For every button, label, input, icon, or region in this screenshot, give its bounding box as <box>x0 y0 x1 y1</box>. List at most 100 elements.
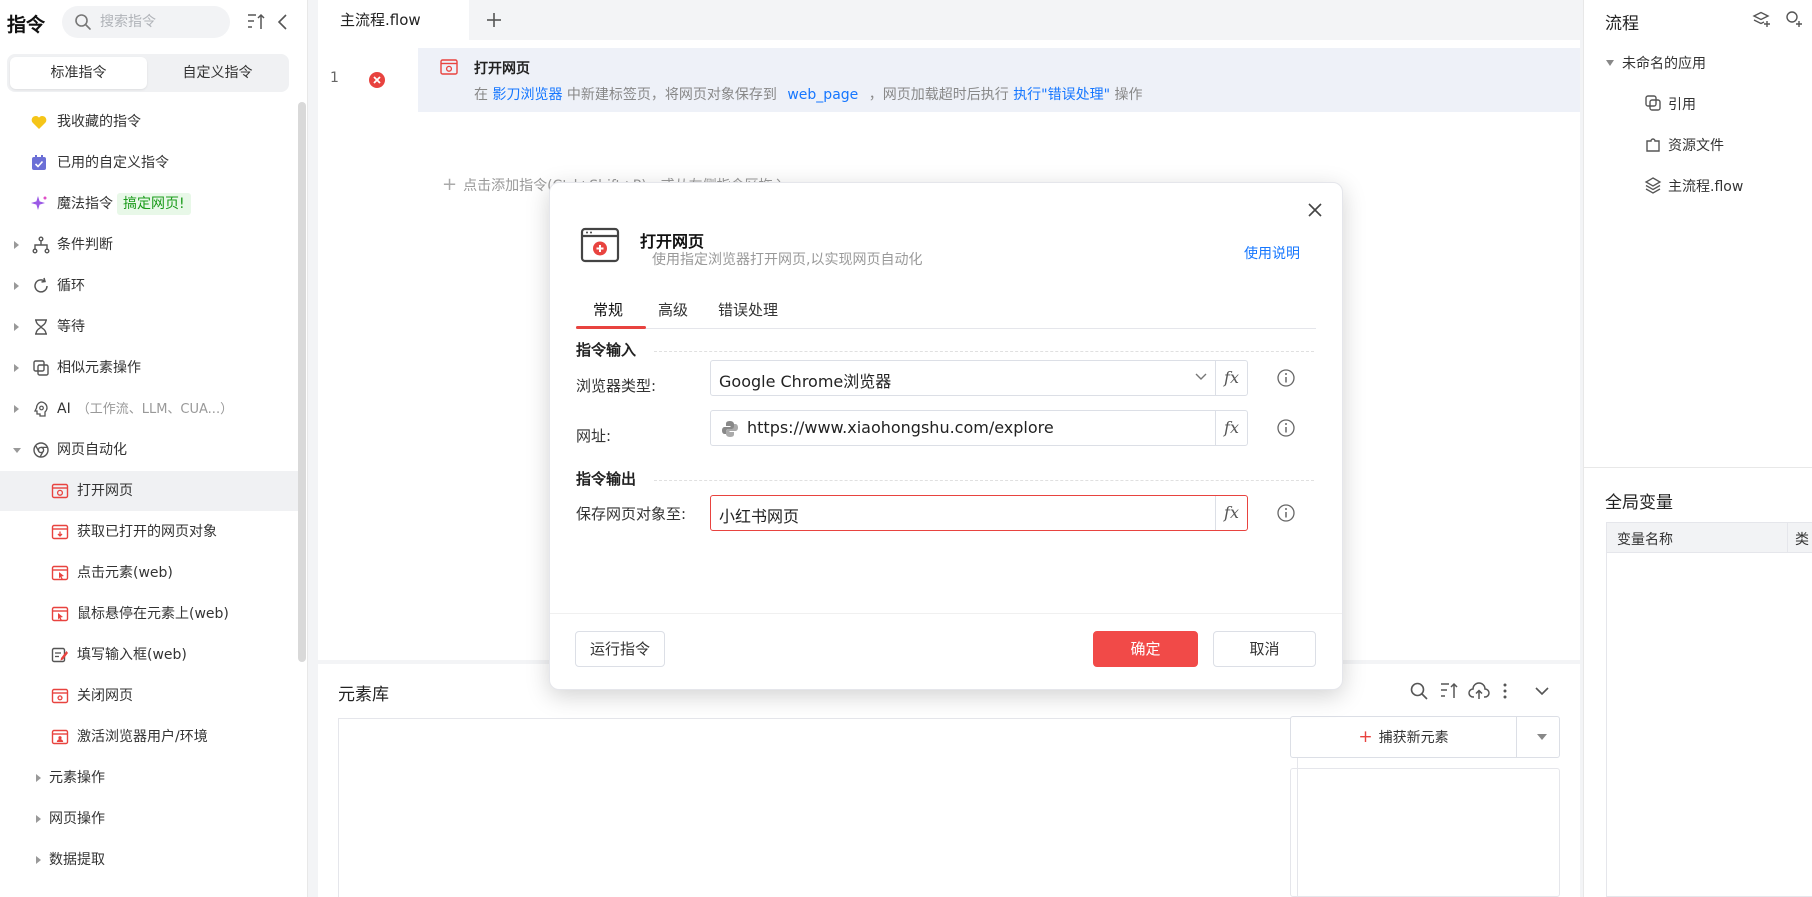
tree-item-favorites[interactable]: 我收藏的指令 <box>0 102 298 142</box>
save-webpage-value: 小红书网页 <box>719 507 800 526</box>
save-webpage-input[interactable]: 小红书网页 fx <box>710 495 1248 531</box>
section-divider <box>654 351 1314 352</box>
element-preview-pane <box>1290 768 1560 897</box>
layers-icon <box>1644 177 1662 194</box>
tree-item-references[interactable]: 引用 <box>1644 93 1696 117</box>
loop-icon <box>34 277 48 293</box>
info-icon[interactable] <box>1276 368 1296 388</box>
browser-activate-icon <box>51 729 69 745</box>
command-type-tabs: 标准指令 自定义指令 <box>7 54 289 92</box>
element-library-title: 元素库 <box>338 685 389 705</box>
tab-custom-commands[interactable]: 自定义指令 <box>149 57 286 89</box>
dialog-tabs: 常规 高级 错误处理 <box>576 295 1316 329</box>
tab-advanced[interactable]: 高级 <box>658 299 688 326</box>
fx-button[interactable]: fx <box>1215 496 1247 530</box>
chevron-down-icon[interactable] <box>1537 734 1547 740</box>
sort-icon[interactable] <box>245 11 267 33</box>
column-divider[interactable] <box>1787 523 1788 553</box>
more-icon[interactable] <box>1494 680 1516 702</box>
url-value: https://www.xiaohongshu.com/explore <box>747 418 1054 437</box>
browser-hover-icon <box>51 606 69 622</box>
add-layer-icon[interactable] <box>1752 9 1772 29</box>
flow-panel: 流程 未命名的应用 引用 资源文件 主流程.flow 全局变量 变量名称 类 <box>1583 0 1812 897</box>
tab-error-handling[interactable]: 错误处理 <box>718 299 778 326</box>
commands-scrollbar[interactable] <box>298 102 306 662</box>
section-command-output: 指令输出 <box>576 470 637 488</box>
info-icon[interactable] <box>1276 418 1296 438</box>
sort-icon[interactable] <box>1438 680 1460 702</box>
expand-arrow-icon <box>14 241 19 249</box>
browser-get-icon <box>51 524 69 540</box>
tree-item-data-extract[interactable]: 数据提取 <box>0 840 298 880</box>
tree-item-web-automation[interactable]: 网页自动化 <box>0 430 298 470</box>
run-command-button[interactable]: 运行指令 <box>575 631 665 667</box>
expand-arrow-icon <box>36 856 41 864</box>
chevron-down-icon[interactable] <box>1531 680 1553 702</box>
tree-item-ai[interactable]: AI （工作流、LLM、CUA...） <box>0 389 298 429</box>
search-input[interactable] <box>100 11 222 33</box>
tab-standard-commands[interactable]: 标准指令 <box>10 57 147 89</box>
error-icon[interactable] <box>368 71 386 89</box>
tree-item-magic[interactable]: 魔法指令 搞定网页! <box>0 184 298 224</box>
flow-panel-title: 流程 <box>1605 14 1639 34</box>
tree-item-open-webpage[interactable]: 打开网页 <box>0 471 298 511</box>
open-webpage-dialog: 打开网页 使用指定浏览器打开网页,以实现网页自动化 使用说明 常规 高级 错误处… <box>549 182 1343 690</box>
commands-title: 指令 <box>7 14 46 36</box>
step-variable-link[interactable]: web_page <box>787 87 858 103</box>
collapse-arrow-icon <box>1606 60 1614 66</box>
tree-item-resources[interactable]: 资源文件 <box>1644 134 1724 158</box>
tree-item-main-flow[interactable]: 主流程.flow <box>1644 175 1743 199</box>
cancel-button[interactable]: 取消 <box>1213 631 1316 667</box>
tree-item-get-webpage[interactable]: 获取已打开的网页对象 <box>0 512 298 552</box>
cloud-upload-icon[interactable] <box>1468 680 1490 702</box>
table-header: 变量名称 类 <box>1607 523 1812 553</box>
tree-item-loop[interactable]: 循环 <box>0 266 298 306</box>
add-tab-icon[interactable] <box>480 6 508 34</box>
editor-tabbar: 主流程.flow <box>318 0 1580 40</box>
puzzle-icon <box>1646 138 1660 152</box>
app-tree-root[interactable]: 未命名的应用 <box>1606 52 1706 76</box>
tree-item-close-webpage[interactable]: 关闭网页 <box>0 676 298 716</box>
capture-element-button[interactable]: + 捕获新元素 <box>1290 716 1560 758</box>
calendar-check-icon <box>32 155 46 170</box>
tree-item-hover-element[interactable]: 鼠标悬停在元素上(web) <box>0 594 298 634</box>
step-browser-link[interactable]: 影刀浏览器 <box>492 87 562 103</box>
hourglass-icon <box>35 319 47 335</box>
flow-step-row[interactable]: 1 打开网页 在 影刀浏览器 中新建标签页，将网页对象保存到 web_page … <box>318 48 1580 112</box>
heart-icon <box>31 115 47 129</box>
tree-item-webpage-ops[interactable]: 网页操作 <box>0 799 298 839</box>
magic-badge: 搞定网页! <box>117 193 191 215</box>
ai-icon <box>33 401 48 417</box>
tree-item-wait[interactable]: 等待 <box>0 307 298 347</box>
collapse-panel-icon[interactable] <box>272 11 294 33</box>
tree-item-fill-input[interactable]: 填写输入框(web) <box>0 635 298 675</box>
capture-main-button[interactable]: + 捕获新元素 <box>1291 717 1517 757</box>
flow-step-command[interactable]: 打开网页 在 影刀浏览器 中新建标签页，将网页对象保存到 web_page ，网… <box>418 48 1580 112</box>
dialog-footer-divider <box>550 613 1342 614</box>
confirm-button[interactable]: 确定 <box>1093 631 1198 667</box>
tab-main-flow[interactable]: 主流程.flow <box>318 0 469 40</box>
panel-divider <box>1584 467 1812 468</box>
browser-close-icon <box>51 688 69 704</box>
save-webpage-label: 保存网页对象至: <box>576 505 687 523</box>
usage-help-link[interactable]: 使用说明 <box>1244 243 1300 263</box>
search-icon[interactable] <box>1408 680 1430 702</box>
tab-general[interactable]: 常规 <box>593 299 623 326</box>
chevron-down-icon[interactable] <box>1195 373 1207 381</box>
section-divider <box>654 480 1314 481</box>
tree-item-element-ops[interactable]: 元素操作 <box>0 758 298 798</box>
tree-item-activate-browser[interactable]: 激活浏览器用户/环境 <box>0 717 298 757</box>
browser-type-select[interactable]: Google Chrome浏览器 fx <box>710 360 1248 396</box>
tree-item-used-custom[interactable]: 已用的自定义指令 <box>0 143 298 183</box>
tree-item-condition[interactable]: 条件判断 <box>0 225 298 265</box>
fx-button[interactable]: fx <box>1215 361 1247 395</box>
info-icon[interactable] <box>1276 503 1296 523</box>
close-icon[interactable] <box>1304 199 1326 221</box>
tree-item-click-element[interactable]: 点击元素(web) <box>0 553 298 593</box>
fx-button[interactable]: fx <box>1215 411 1247 445</box>
step-action-link[interactable]: 执行"错误处理" <box>1013 87 1110 103</box>
command-search[interactable] <box>62 6 230 38</box>
add-module-icon[interactable] <box>1784 9 1804 29</box>
tree-item-similar-elements[interactable]: 相似元素操作 <box>0 348 298 388</box>
url-input[interactable]: https://www.xiaohongshu.com/explore fx <box>710 410 1248 446</box>
